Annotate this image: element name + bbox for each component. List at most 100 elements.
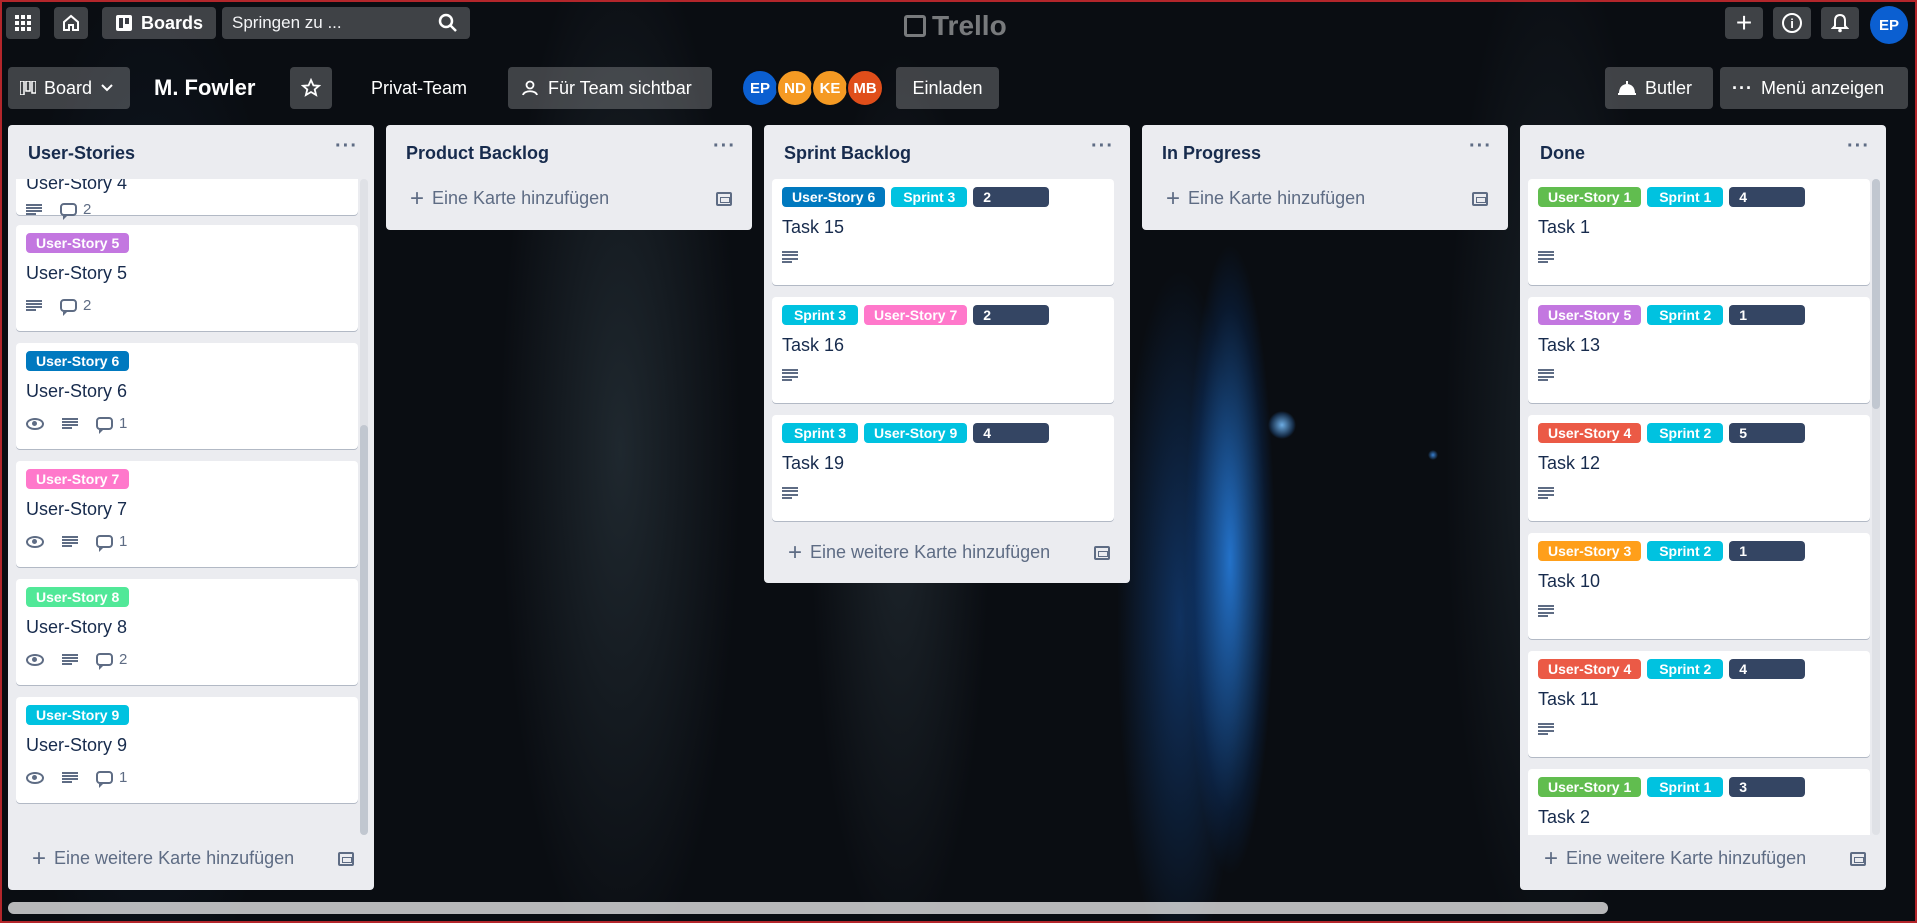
card-template-icon[interactable]	[1094, 546, 1110, 560]
invite-button[interactable]: Einladen	[896, 67, 999, 109]
card-template-icon[interactable]	[338, 852, 354, 866]
card-label[interactable]: User-Story 6	[26, 351, 130, 371]
card-title: Task 15	[782, 217, 845, 237]
card-label[interactable]: 1	[1729, 305, 1806, 325]
list-scrollbar-thumb[interactable]	[1872, 179, 1880, 409]
team-label[interactable]: Privat-Team	[371, 78, 467, 99]
search-input[interactable]	[232, 13, 432, 33]
star-button[interactable]	[290, 67, 332, 109]
card-label[interactable]: 5	[1729, 423, 1806, 443]
card[interactable]: User-Story 4 2	[16, 179, 358, 220]
card-label[interactable]: 1	[1729, 541, 1806, 561]
card-label[interactable]: Sprint 3	[782, 305, 858, 325]
butler-button[interactable]: Butler	[1605, 67, 1713, 109]
add-card-button[interactable]: + Eine weitere Karte hinzufügen	[1544, 846, 1806, 870]
card[interactable]: User-Story 8 User-Story 8 2	[16, 579, 358, 685]
list-title[interactable]: Done	[1540, 143, 1585, 164]
card-label[interactable]: Sprint 3	[891, 187, 968, 207]
list-menu-icon[interactable]: ···	[335, 135, 358, 158]
board-scrollbar-thumb[interactable]	[8, 902, 1608, 914]
comments-badge: 2	[60, 297, 91, 316]
card[interactable]: User-Story 4 Sprint 2 5 Task 12	[1528, 415, 1870, 521]
card[interactable]: Sprint 3 User-Story 9 4 Task 19	[772, 415, 1114, 521]
board-view-switcher[interactable]: Board	[8, 67, 130, 109]
show-menu-button[interactable]: ··· Menü anzeigen	[1720, 67, 1908, 109]
list-menu-icon[interactable]: ···	[713, 135, 736, 158]
card-template-icon[interactable]	[1472, 192, 1488, 206]
card-label[interactable]: User-Story 1	[1538, 187, 1642, 207]
card[interactable]: User-Story 3 Sprint 2 1 Task 10	[1528, 533, 1870, 639]
card[interactable]: User-Story 9 User-Story 9 1	[16, 697, 358, 803]
card[interactable]: Sprint 3 User-Story 7 2 Task 16	[772, 297, 1114, 403]
card-label[interactable]: Sprint 2	[1647, 305, 1724, 325]
visibility-button[interactable]: Für Team sichtbar	[508, 67, 712, 109]
add-card-button[interactable]: + Eine Karte hinzufügen	[410, 186, 609, 210]
card-label[interactable]: 4	[1729, 187, 1806, 207]
card-label[interactable]: Sprint 1	[1647, 777, 1724, 797]
list-scrollbar-thumb[interactable]	[360, 425, 368, 835]
list-title[interactable]: Product Backlog	[406, 143, 549, 164]
add-card-button[interactable]: + Eine weitere Karte hinzufügen	[788, 540, 1051, 564]
list-title[interactable]: Sprint Backlog	[784, 143, 911, 164]
list-title[interactable]: In Progress	[1162, 143, 1261, 164]
home-button[interactable]	[54, 7, 88, 39]
card-label[interactable]: 4	[1729, 659, 1806, 679]
search-box[interactable]	[222, 7, 470, 39]
card[interactable]: User-Story 5 User-Story 5 2	[16, 225, 358, 331]
card-label[interactable]: User-Story 1	[1538, 777, 1642, 797]
card-label[interactable]: User-Story 5	[26, 233, 130, 253]
card[interactable]: User-Story 1 Sprint 1 4 Task 1	[1528, 179, 1870, 285]
card-label[interactable]: Sprint 2	[1647, 659, 1724, 679]
member-avatar-mb[interactable]: MB	[846, 69, 884, 107]
boards-button[interactable]: Boards	[102, 7, 216, 39]
list-menu-icon[interactable]: ···	[1847, 135, 1870, 158]
card[interactable]: User-Story 5 Sprint 2 1 Task 13	[1528, 297, 1870, 403]
apps-button[interactable]	[6, 7, 40, 39]
list-title[interactable]: User-Stories	[28, 143, 135, 164]
card-label[interactable]: Sprint 3	[782, 423, 858, 443]
card-label[interactable]: 2	[973, 187, 1050, 207]
card-label[interactable]: User-Story 6	[782, 187, 886, 207]
card-label[interactable]: 2	[973, 305, 1050, 325]
card-label[interactable]: User-Story 7	[26, 469, 130, 489]
create-button[interactable]: +	[1725, 7, 1763, 39]
list-menu-icon[interactable]: ···	[1091, 135, 1114, 158]
card-label[interactable]: User-Story 7	[864, 305, 968, 325]
info-icon: i	[1782, 13, 1802, 33]
list-menu-icon[interactable]: ···	[1469, 135, 1492, 158]
card[interactable]: User-Story 4 Sprint 2 4 Task 11	[1528, 651, 1870, 757]
trello-logo[interactable]: Trello	[904, 10, 1007, 42]
card-label[interactable]: 4	[973, 423, 1050, 443]
member-avatar-ke[interactable]: KE	[811, 69, 849, 107]
notifications-button[interactable]	[1821, 7, 1859, 39]
info-button[interactable]: i	[1773, 7, 1811, 39]
card-labels: User-Story 6	[26, 351, 130, 371]
card-label[interactable]: User-Story 8	[26, 587, 130, 607]
card-label[interactable]: 3	[1729, 777, 1806, 797]
board-title[interactable]: M. Fowler	[154, 75, 255, 101]
card[interactable]: User-Story 7 User-Story 7 1	[16, 461, 358, 567]
card[interactable]: User-Story 6 User-Story 6 1	[16, 343, 358, 449]
card-label[interactable]: User-Story 4	[1538, 423, 1642, 443]
add-card-label: Eine weitere Karte hinzufügen	[810, 542, 1051, 562]
card-template-icon[interactable]	[1850, 852, 1866, 866]
card-label[interactable]: User-Story 9	[26, 705, 130, 725]
member-avatar-ep[interactable]: EP	[741, 69, 779, 107]
card-label[interactable]: Sprint 2	[1647, 541, 1724, 561]
add-card-button[interactable]: + Eine weitere Karte hinzufügen	[32, 846, 294, 870]
card-label[interactable]: User-Story 9	[864, 423, 968, 443]
card-label[interactable]: Sprint 1	[1647, 187, 1724, 207]
card-label[interactable]: User-Story 3	[1538, 541, 1642, 561]
user-avatar[interactable]: EP	[1870, 6, 1908, 44]
card-template-icon[interactable]	[716, 192, 732, 206]
add-card-button[interactable]: + Eine Karte hinzufügen	[1166, 186, 1365, 210]
card-label[interactable]: User-Story 5	[1538, 305, 1642, 325]
member-avatar-nd[interactable]: ND	[776, 69, 814, 107]
search-icon[interactable]	[438, 13, 458, 33]
card[interactable]: User-Story 6 Sprint 3 2 Task 15	[772, 179, 1114, 285]
board-horizontal-scrollbar[interactable]	[8, 902, 1608, 914]
card[interactable]: User-Story 1 Sprint 1 3 Task 2	[1528, 769, 1870, 835]
card-badges: 2	[26, 201, 91, 220]
card-label[interactable]: User-Story 4	[1538, 659, 1642, 679]
card-label[interactable]: Sprint 2	[1647, 423, 1724, 443]
